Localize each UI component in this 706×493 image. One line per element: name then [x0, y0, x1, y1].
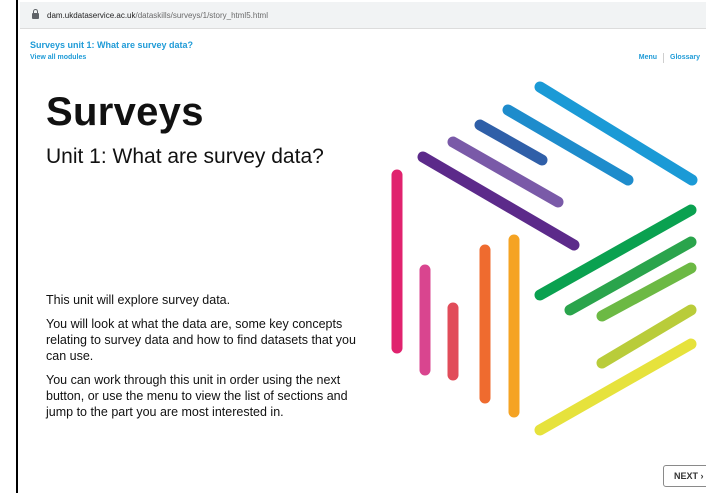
page-subtitle: Unit 1: What are survey data? — [46, 145, 324, 168]
stripe — [447, 136, 564, 208]
stripe — [596, 262, 697, 322]
intro-paragraph: You will look at what the data are, some… — [46, 317, 356, 363]
lock-icon — [32, 9, 39, 19]
view-all-modules-link[interactable]: View all modules — [30, 54, 86, 61]
stripe — [534, 81, 698, 186]
intro-text: This unit will explore survey data. You … — [46, 292, 356, 428]
url-text[interactable]: dam.ukdataservice.ac.uk/dataskills/surve… — [47, 11, 268, 20]
menu-link[interactable]: Menu — [633, 54, 663, 63]
intro-paragraph: This unit will explore survey data. — [46, 293, 231, 307]
glossary-link[interactable]: Glossary — [664, 54, 706, 63]
address-bar[interactable]: dam.ukdataservice.ac.uk/dataskills/surve… — [20, 2, 706, 29]
page-title: Surveys — [46, 90, 204, 134]
window-border — [16, 0, 18, 493]
intro-paragraph: You can work through this unit in order … — [46, 373, 348, 419]
stripes-logo-graphic — [391, 81, 698, 436]
app-window: dam.ukdataservice.ac.uk/dataskills/surve… — [0, 0, 706, 493]
course-title: Surveys unit 1: What are survey data? — [30, 40, 194, 50]
top-nav: Menu Glossary — [633, 53, 706, 63]
next-button[interactable]: NEXT › — [663, 465, 706, 487]
